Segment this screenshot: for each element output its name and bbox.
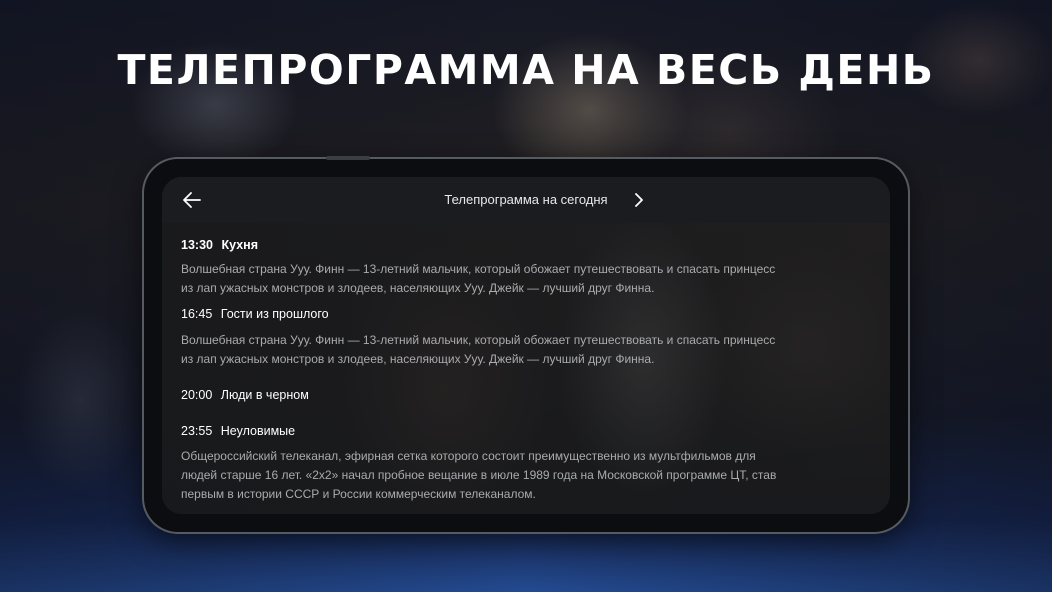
program-title: Гости из прошлого	[220, 307, 329, 321]
description-line: Волшебная страна Ууу. Финн — 13-летний м…	[181, 262, 776, 276]
next-day-button[interactable]	[628, 189, 650, 211]
program-item[interactable]: 23:55 Неуловимые Общероссийский телекана…	[181, 422, 860, 504]
description-line: из лап ужасных монстров и злодеев, насел…	[181, 352, 655, 366]
phone-frame: Телепрограмма на сегодня 13:30 Кухня Вол…	[144, 156, 908, 532]
chevron-right-icon	[635, 193, 643, 207]
program-title: Неуловимые	[220, 424, 296, 438]
description-line: людей старше 16 лет. «2x2» начал пробное…	[181, 468, 777, 482]
program-header: 16:45 Гости из прошлого	[181, 305, 860, 323]
program-item[interactable]: 16:45 Гости из прошлого Волшебная страна…	[181, 305, 860, 369]
program-description: Общероссийский телеканал, эфирная сетка …	[181, 447, 860, 504]
promo-headline: ТЕЛЕПРОГРАММА НА ВЕСЬ ДЕНЬ	[117, 46, 935, 94]
description-line: из лап ужасных монстров и злодеев, насел…	[181, 281, 655, 295]
program-header: 20:00 Люди в черном	[181, 386, 860, 404]
app-screen: Телепрограмма на сегодня 13:30 Кухня Вол…	[162, 177, 890, 514]
program-item[interactable]: 20:00 Люди в черном	[181, 386, 860, 404]
program-description: Волшебная страна Ууу. Финн — 13-летний м…	[181, 260, 860, 298]
program-item[interactable]: 13:30 Кухня Волшебная страна Ууу. Финн —…	[181, 236, 860, 298]
program-header: 13:30 Кухня	[181, 236, 860, 254]
program-time: 13:30	[181, 238, 213, 252]
app-header: Телепрограмма на сегодня	[162, 177, 890, 223]
description-line: Общероссийский телеканал, эфирная сетка …	[181, 449, 756, 463]
program-header: 23:55 Неуловимые	[181, 422, 860, 440]
description-line: первым в истории СССР и России коммерчес…	[181, 487, 536, 501]
program-title: Люди в черном	[220, 388, 309, 402]
header-title: Телепрограмма на сегодня	[444, 192, 608, 207]
program-time: 20:00	[181, 388, 213, 402]
description-line: Волшебная страна Ууу. Финн — 13-летний м…	[181, 333, 776, 347]
program-time: 16:45	[181, 307, 213, 321]
program-description: Волшебная страна Ууу. Финн — 13-летний м…	[181, 331, 860, 369]
phone-side-button	[326, 156, 370, 160]
program-time: 23:55	[181, 424, 213, 438]
program-title: Кухня	[221, 238, 258, 252]
